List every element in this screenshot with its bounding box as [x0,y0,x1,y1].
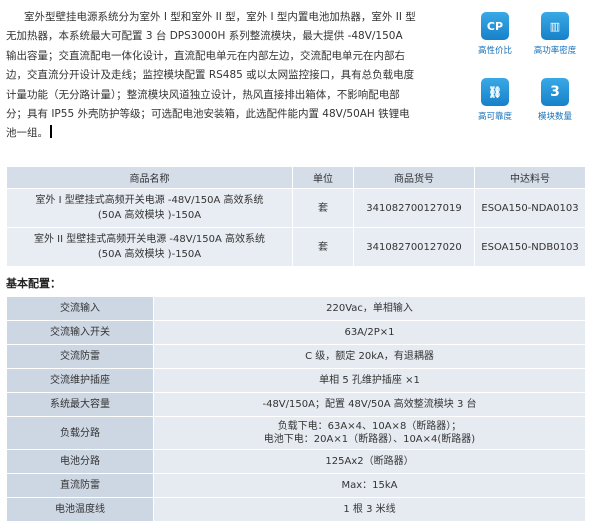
config-key: 电池分路 [6,449,154,474]
table-row: 交流防雷 C 级，额定 20kA，有退耦器 [6,344,586,369]
table-row: 交流维护插座 单相 5 孔维护插座 ×1 [6,368,586,393]
col-header: 商品货号 [353,166,475,189]
config-value-line: 电池下电：20A×1（断路器）、10A×4(断路器) [263,434,476,445]
feature-module-count: 3 模块数量 [526,78,584,122]
product-sku: 341082700127019 [353,188,475,228]
product-part: ESOA150-NDB0103 [474,227,586,267]
feature-label: 高可靠度 [477,112,512,122]
feature-label: 高功率密度 [533,46,577,56]
config-value: 220Vac，单相输入 [153,296,586,321]
config-table: 交流输入 220Vac，单相输入 交流输入开关 63A/2P×1 交流防雷 C … [6,296,586,522]
intro-text: 室外型壁挂电源系统分为室外 I 型和室外 II 型，室外 I 型内置电池加热器，… [6,11,416,140]
feature-reliability: ⛓ 高可靠度 [466,78,524,122]
table-header-row: 商品名称 单位 商品货号 中达料号 [6,166,586,189]
config-key: 电池温度线 [6,497,154,522]
config-key: 交流防雷 [6,344,154,369]
table-row: 系统最大容量 -48V/150A；配置 48V/50A 高效整流模块 3 台 [6,392,586,417]
config-key: 直流防雷 [6,473,154,498]
feature-power-density: ▥ 高功率密度 [526,12,584,56]
config-value: 1 根 3 米线 [153,497,586,522]
config-value: Max：15kA [153,473,586,498]
product-sku: 341082700127020 [353,227,475,267]
table-row: 负载分路 负载下电：63A×4、10A×8（断路器）； 电池下电：20A×1（断… [6,416,586,450]
product-name-line: (50A 高效模块 )-150A [97,249,202,260]
config-key: 系统最大容量 [6,392,154,417]
col-header: 单位 [292,166,354,189]
cp-icon: CP [481,12,509,40]
module-count-icon: 3 [541,78,569,106]
config-key: 交流输入 [6,296,154,321]
config-value: -48V/150A；配置 48V/50A 高效整流模块 3 台 [153,392,586,417]
table-row: 直流防雷 Max：15kA [6,473,586,498]
config-value: 单相 5 孔维护插座 ×1 [153,368,586,393]
config-value: C 级，额定 20kA，有退耦器 [153,344,586,369]
text-cursor [50,125,52,139]
config-value: 125Ax2（断路器） [153,449,586,474]
product-name: 室外 I 型壁挂式高频开关电源 -48V/150A 高效系统 (50A 高效模块… [6,188,293,228]
config-value: 负载下电：63A×4、10A×8（断路器）； 电池下电：20A×1（断路器）、1… [153,416,586,450]
config-key: 负载分路 [6,416,154,450]
config-key: 交流维护插座 [6,368,154,393]
table-row: 室外 II 型壁挂式高频开关电源 -48V/150A 高效系统 (50A 高效模… [6,227,586,267]
product-name-line: 室外 II 型壁挂式高频开关电源 -48V/150A 高效系统 [33,234,266,245]
config-value: 63A/2P×1 [153,320,586,345]
feature-label: 高性价比 [477,46,512,56]
config-key: 交流输入开关 [6,320,154,345]
config-title: 基本配置： [6,277,61,290]
product-name-line: 室外 I 型壁挂式高频开关电源 -48V/150A 高效系统 [35,195,264,206]
intro-paragraph: 室外型壁挂电源系统分为室外 I 型和室外 II 型，室外 I 型内置电池加热器，… [6,8,416,144]
table-row: 交流输入开关 63A/2P×1 [6,320,586,345]
link-icon: ⛓ [481,78,509,106]
product-name-line: (50A 高效模块 )-150A [97,210,202,221]
feature-label: 模块数量 [537,112,572,122]
product-unit: 套 [292,227,354,267]
feature-cost-performance: CP 高性价比 [466,12,524,56]
product-table: 商品名称 单位 商品货号 中达料号 室外 I 型壁挂式高频开关电源 -48V/1… [6,166,586,267]
config-value-line: 负载下电：63A×4、10A×8（断路器）； [277,421,462,432]
product-part: ESOA150-NDA0103 [474,188,586,228]
col-header: 中达料号 [474,166,586,189]
table-row: 室外 I 型壁挂式高频开关电源 -48V/150A 高效系统 (50A 高效模块… [6,188,586,228]
col-header: 商品名称 [6,166,293,189]
table-row: 电池分路 125Ax2（断路器） [6,449,586,474]
table-row: 交流输入 220Vac，单相输入 [6,296,586,321]
product-unit: 套 [292,188,354,228]
product-name: 室外 II 型壁挂式高频开关电源 -48V/150A 高效系统 (50A 高效模… [6,227,293,267]
table-row: 电池温度线 1 根 3 米线 [6,497,586,522]
density-icon: ▥ [541,12,569,40]
